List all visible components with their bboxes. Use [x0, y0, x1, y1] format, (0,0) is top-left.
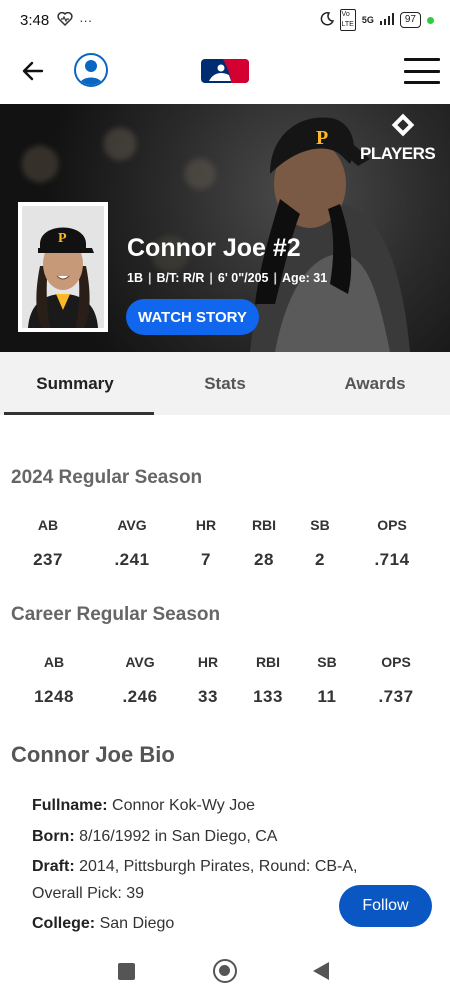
back-triangle-icon[interactable] [313, 962, 329, 980]
system-navigation-bar [0, 945, 450, 1000]
player-name: Connor Joe #2 [127, 234, 301, 262]
player-height-weight: 6' 0"/205 [217, 271, 269, 285]
profile-button[interactable] [74, 53, 108, 87]
svg-text:P: P [316, 127, 328, 149]
svg-text:P: P [58, 231, 67, 246]
career-stats-header-row: AB AVG HR RBI SB OPS [0, 654, 450, 674]
career-header-hr: HR [197, 654, 219, 670]
home-icon[interactable] [213, 959, 237, 983]
do-not-disturb-icon [320, 11, 334, 29]
hamburger-menu-icon [404, 58, 440, 61]
arrow-left-icon [22, 61, 44, 81]
tab-stats[interactable]: Stats [150, 352, 300, 415]
bio-born: Born: 8/16/1992 in San Diego, CA [32, 828, 278, 845]
stat-header-rbi: RBI [251, 517, 277, 533]
user-circle-icon [79, 60, 103, 85]
career-header-avg: AVG [125, 654, 155, 670]
follow-button[interactable]: Follow [339, 885, 432, 927]
stat-header-ab: AB [37, 517, 59, 533]
top-navigation [0, 40, 450, 104]
career-header-ops: OPS [381, 654, 411, 670]
career-header-sb: SB [317, 654, 337, 670]
bio-draft-continued: Overall Pick: 39 [32, 885, 145, 902]
recent-apps-icon[interactable] [118, 963, 135, 980]
heart-monitor-icon [57, 11, 73, 29]
stat-value-hr: 7 [201, 550, 211, 569]
volte-icon: Vo LTE [339, 9, 356, 31]
status-bar: 3:48 ··· Vo LTE 5G 97 [0, 0, 450, 40]
player-meta: 1B | B/T: R/R | 6' 0"/205 | Age: 31 [127, 271, 328, 285]
season-stats-value-row: 237 .241 7 28 2 .714 [0, 550, 450, 570]
career-stats-value-row: 1248 .246 33 133 11 .737 [0, 687, 450, 707]
player-age: Age: 31 [282, 271, 328, 285]
career-value-sb: 11 [317, 687, 337, 706]
career-header-rbi: RBI [255, 654, 281, 670]
watch-story-button[interactable]: WATCH STORY [126, 299, 259, 335]
battery-icon: 97 [399, 12, 421, 28]
stat-value-sb: 2 [315, 550, 325, 569]
signal-icon [379, 12, 394, 28]
status-time: 3:48 [20, 11, 50, 29]
tab-awards[interactable]: Awards [300, 352, 450, 415]
player-position: 1B [127, 271, 143, 285]
back-button[interactable] [18, 54, 48, 88]
career-value-avg: .246 [122, 687, 158, 706]
career-header-ab: AB [43, 654, 65, 670]
career-value-hr: 33 [198, 687, 218, 706]
network-type: 5G [361, 15, 374, 25]
bio-title: Connor Joe Bio [11, 742, 175, 767]
player-hero: P PLAYERS P Connor Joe #2 1B | B/T: R/R … [0, 104, 450, 352]
stat-header-sb: SB [310, 517, 330, 533]
stat-header-hr: HR [195, 517, 217, 533]
player-bats-throws: B/T: R/R [156, 271, 205, 285]
stat-header-avg: AVG [117, 517, 147, 533]
players-diamond-icon [391, 113, 415, 137]
stat-header-ops: OPS [377, 517, 407, 533]
mlb-logo[interactable] [201, 59, 249, 83]
bio-college: College: San Diego [32, 915, 175, 932]
hamburger-menu-button[interactable] [404, 58, 440, 84]
season-stats-header-row: AB AVG HR RBI SB OPS [0, 517, 450, 537]
stat-value-ab: 237 [33, 550, 63, 569]
career-value-ab: 1248 [34, 687, 74, 706]
career-value-ops: .737 [378, 687, 414, 706]
privacy-dot [427, 16, 434, 24]
career-stats-title: Career Regular Season [11, 604, 221, 625]
mlb-players-badge: PLAYERS [360, 112, 444, 163]
tab-bar: Summary Stats Awards [0, 352, 450, 415]
stat-value-rbi: 28 [254, 550, 274, 569]
stat-value-ops: .714 [374, 550, 410, 569]
season-stats-title: 2024 Regular Season [11, 467, 203, 488]
tab-summary[interactable]: Summary [0, 352, 154, 415]
career-value-rbi: 133 [253, 687, 283, 706]
stat-value-avg: .241 [114, 550, 150, 569]
bio-fullname: Fullname: Connor Kok-Wy Joe [32, 797, 256, 814]
player-headshot: P [18, 202, 108, 332]
bio-draft: Draft: 2014, Pittsburgh Pirates, Round: … [32, 858, 358, 875]
more-notifications-icon: ··· [79, 12, 93, 28]
